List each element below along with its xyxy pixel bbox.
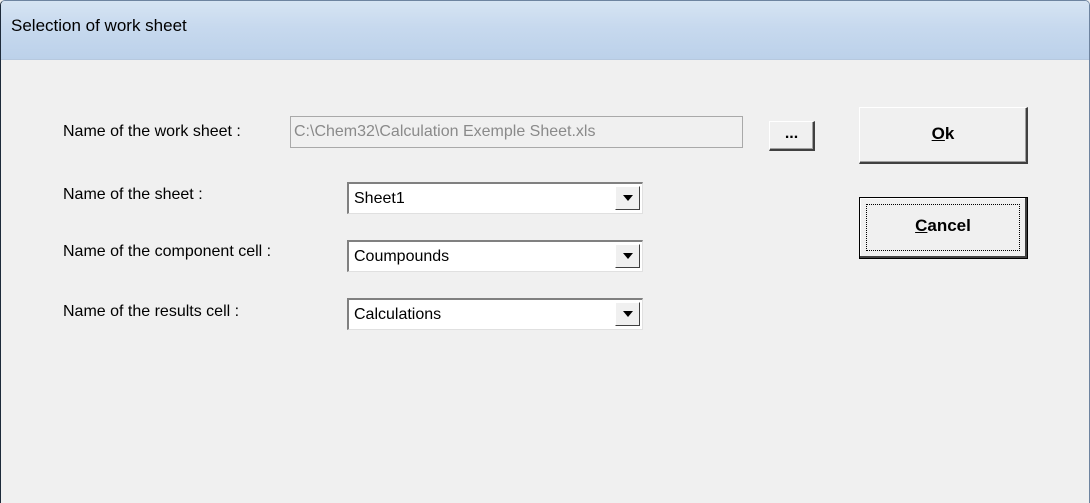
dialog-window: Selection of work sheet Name of the work…	[0, 0, 1090, 503]
window-title: Selection of work sheet	[11, 16, 187, 35]
sheet-select-value: Sheet1	[354, 190, 405, 207]
component-cell-select-value: Coumpounds	[354, 248, 450, 265]
chevron-down-icon[interactable]	[615, 244, 640, 268]
ok-accelerator: O	[931, 124, 945, 143]
chevron-down-icon[interactable]	[615, 302, 640, 326]
results-cell-label: Name of the results cell :	[63, 303, 240, 320]
ok-label-rest: k	[944, 124, 955, 143]
work-sheet-path-field: C:\Chem32\Calculation Exemple Sheet.xls	[290, 116, 743, 148]
component-cell-label: Name of the component cell :	[63, 243, 272, 260]
results-cell-select-value: Calculations	[354, 306, 442, 323]
focus-rectangle: Cancel	[866, 204, 1020, 251]
cancel-button-label: Cancel	[915, 216, 971, 235]
ok-button-label: Ok	[932, 124, 955, 143]
sheet-select[interactable]: Sheet1	[347, 182, 643, 214]
ok-button[interactable]: Ok	[859, 107, 1028, 164]
sheet-label: Name of the sheet :	[63, 186, 203, 203]
chevron-down-icon[interactable]	[615, 186, 640, 210]
browse-button[interactable]: ...	[769, 121, 815, 151]
work-sheet-label: Name of the work sheet :	[63, 123, 241, 140]
cancel-label-rest: ancel	[927, 216, 971, 235]
cancel-accelerator: C	[915, 216, 928, 235]
results-cell-select[interactable]: Calculations	[347, 298, 643, 330]
component-cell-select[interactable]: Coumpounds	[347, 240, 643, 272]
cancel-button[interactable]: Cancel	[859, 197, 1028, 259]
title-bar[interactable]: Selection of work sheet	[1, 1, 1089, 60]
